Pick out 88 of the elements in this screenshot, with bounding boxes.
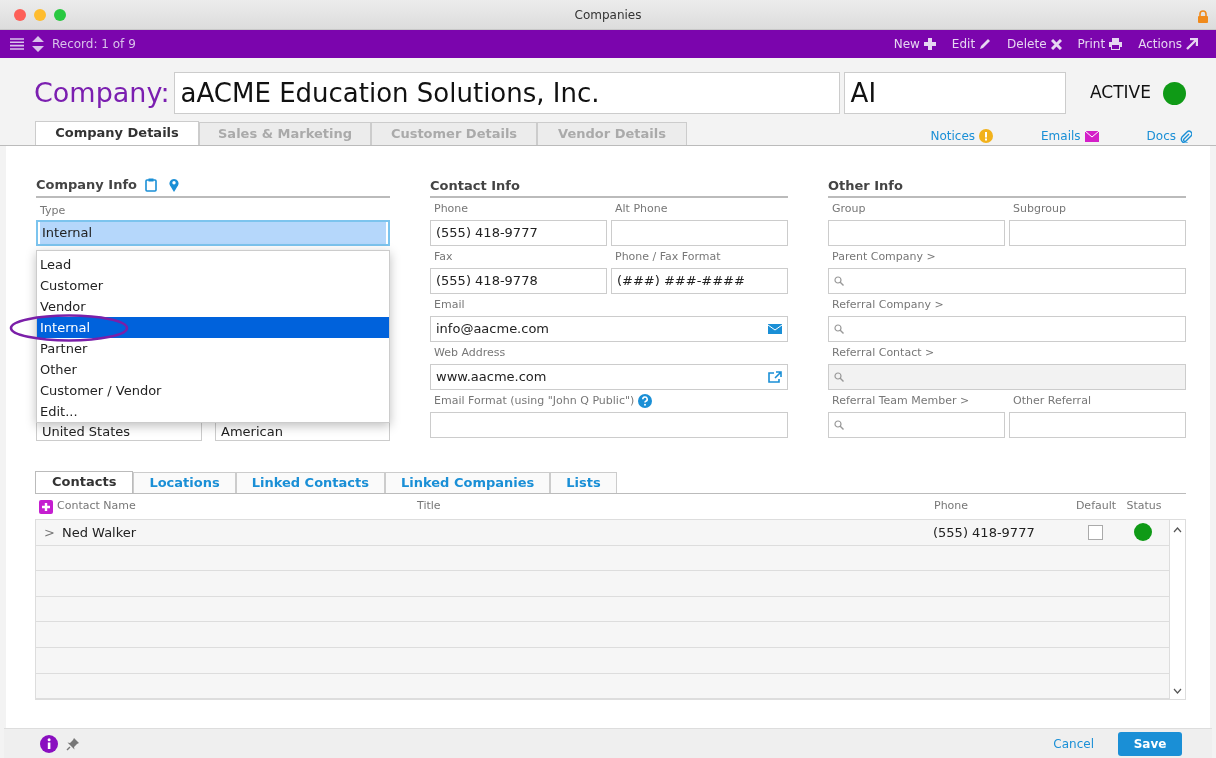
clipboard-icon[interactable] <box>145 178 158 192</box>
field-label: Phone / Fax Format <box>615 249 721 265</box>
input-field[interactable] <box>1009 412 1186 438</box>
input-field[interactable] <box>611 220 788 246</box>
plus-icon <box>923 38 936 50</box>
dropdown-option[interactable]: Customer <box>37 275 389 296</box>
field-label: Fax <box>434 249 453 265</box>
table-cell: (555) 418-9777 <box>933 524 1035 540</box>
mail-icon[interactable] <box>768 324 782 334</box>
open-link-icon[interactable] <box>768 371 782 383</box>
field-label: Referral Team Member > <box>832 393 970 409</box>
column-header: Phone <box>934 499 969 513</box>
toolbar-button[interactable]: Print <box>1077 35 1123 53</box>
field-label: Referral Contact > <box>832 345 935 361</box>
search-icon[interactable] <box>834 276 844 286</box>
input-field[interactable] <box>828 268 1186 294</box>
section-title: Company Info <box>36 176 138 195</box>
arrow-icon <box>1186 38 1198 50</box>
pencil-icon <box>979 38 992 50</box>
section-title: Other Info <box>828 178 903 193</box>
field-label: Referral Company > <box>832 297 944 313</box>
input-field[interactable] <box>430 412 788 438</box>
input-field[interactable] <box>828 220 1005 246</box>
zoom-button[interactable] <box>54 9 66 21</box>
input-field[interactable]: (555) 418-9777 <box>430 220 607 246</box>
tab[interactable]: Contacts <box>35 471 134 493</box>
pin-icon[interactable] <box>66 736 80 751</box>
menu-icon[interactable] <box>10 38 24 50</box>
close-button[interactable] <box>14 9 26 21</box>
checkbox[interactable] <box>1087 524 1103 540</box>
input-field[interactable] <box>828 316 1186 342</box>
toolbar-button[interactable]: Actions <box>1138 35 1198 53</box>
column-header: Title <box>417 499 441 513</box>
dropdown-option[interactable]: Partner <box>37 338 389 359</box>
dropdown-option[interactable]: Vendor <box>37 296 389 317</box>
input-field[interactable]: (555) 418-9778 <box>430 268 607 294</box>
scroll-down-icon[interactable] <box>1173 687 1182 696</box>
scroll-up-icon[interactable] <box>1173 526 1182 534</box>
status-label: ACTIVE <box>1090 81 1151 105</box>
expand-arrow[interactable]: > <box>36 522 62 543</box>
dropdown-option[interactable]: Customer / Vendor <box>37 380 389 401</box>
input-field[interactable]: (###) ###-#### <box>611 268 788 294</box>
dropdown-option[interactable]: Other <box>37 359 389 380</box>
help-icon[interactable] <box>638 394 653 408</box>
input-field[interactable] <box>1009 220 1186 246</box>
column-header: Default <box>1075 499 1117 513</box>
paperclip-icon <box>1180 129 1192 143</box>
toolbar-button[interactable]: New <box>893 35 936 53</box>
field-label: Type <box>39 203 67 219</box>
field-label: Web Address <box>434 345 506 361</box>
dropdown-option[interactable]: Internal <box>37 317 389 338</box>
save-button[interactable]: Save <box>1118 731 1182 756</box>
add-icon[interactable] <box>39 499 53 514</box>
abbreviation-field[interactable]: AI <box>843 72 1066 114</box>
alert-icon <box>979 129 993 143</box>
column-header: Contact Name <box>57 499 136 513</box>
column-header: Status <box>1126 499 1162 513</box>
record-counter: Record: 1 of 9 <box>52 36 136 53</box>
table-cell: Ned Walker <box>62 524 137 540</box>
field-label: Other Referral <box>1013 393 1091 409</box>
search-icon[interactable] <box>834 324 844 334</box>
section-title: Contact Info <box>430 178 520 193</box>
toolbar-button[interactable]: Edit <box>951 35 992 53</box>
up-down-arrows-icon[interactable] <box>32 36 44 52</box>
lock-icon <box>1198 10 1208 23</box>
select-field[interactable]: Internal <box>36 220 390 246</box>
field-label: Parent Company > <box>832 249 936 265</box>
window-title: Companies <box>574 6 642 24</box>
field-label: Alt Phone <box>615 201 668 217</box>
field-label: Email <box>434 297 465 313</box>
location-pin-icon[interactable] <box>169 178 180 192</box>
company-name-field[interactable]: aACME Education Solutions, Inc. <box>173 72 840 114</box>
close-icon <box>1050 38 1062 50</box>
input-field[interactable] <box>828 412 1005 438</box>
field-label: Subgroup <box>1013 201 1066 217</box>
field-label: Phone <box>434 201 469 217</box>
info-icon[interactable] <box>40 734 58 753</box>
printer-icon <box>1109 38 1123 50</box>
input-field[interactable]: www.aacme.com <box>430 364 788 390</box>
input-field[interactable]: info@aacme.com <box>430 316 788 342</box>
search-icon[interactable] <box>834 420 844 430</box>
toolbar-button[interactable]: Delete <box>1007 35 1062 53</box>
mail-icon <box>1084 130 1099 142</box>
field-label: Group <box>832 201 866 217</box>
field-label: Email Format (using "John Q Public") <box>434 393 635 409</box>
company-label: Company: <box>34 75 170 110</box>
tab[interactable]: Company Details <box>35 121 199 145</box>
dropdown-option[interactable]: Lead <box>37 254 389 275</box>
